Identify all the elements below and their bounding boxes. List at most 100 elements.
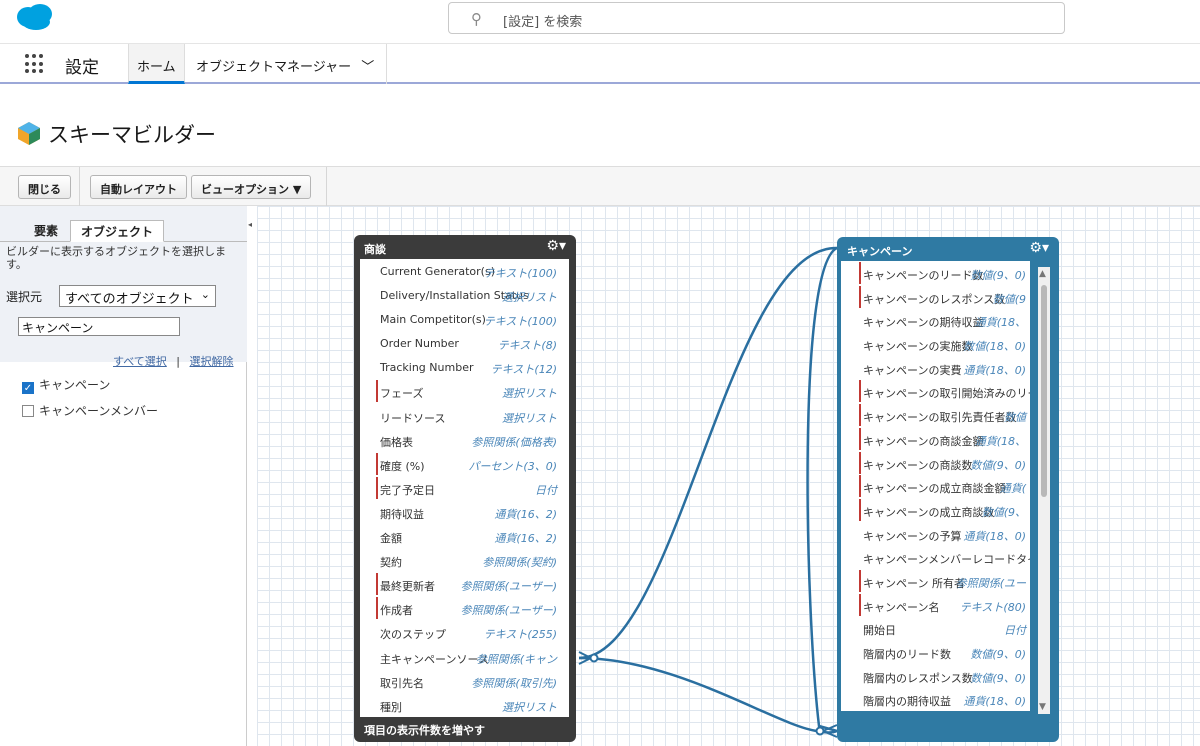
tab-home[interactable]: ホーム	[128, 44, 185, 84]
checkbox-checked-icon[interactable]: ✓	[22, 382, 34, 394]
deal-object-card[interactable]: 商談 ⚙▾ Current Generator(s) テキスト(100) Deliv…	[354, 235, 576, 742]
scroll-up-icon[interactable]: ▲	[1039, 269, 1046, 279]
tab-objects[interactable]: オブジェクト	[70, 220, 165, 242]
relation-line[interactable]	[806, 246, 838, 733]
field-row[interactable]: キャンペーンの成立商談数 数値(9、	[841, 498, 1030, 522]
field-row[interactable]: 価格表 参照関係(価格表)	[360, 428, 569, 452]
campaign-object-card[interactable]: キャンペーン ⚙▾ キャンペーンのリード数 数値(9、0) キャンペーンのレスポンス…	[837, 237, 1059, 742]
field-row[interactable]: キャンペーン名 テキスト(80)	[841, 593, 1030, 617]
required-marker	[859, 569, 861, 592]
select-all-link[interactable]: すべて選択	[113, 355, 167, 368]
deal-field-list: Current Generator(s) テキスト(100) Delivery/In…	[360, 259, 569, 717]
close-button[interactable]: 閉じる	[18, 175, 71, 199]
field-row[interactable]: 主キャンペーンソース 参照関係(キャン	[360, 645, 569, 669]
scroll-down-icon[interactable]: ▼	[1039, 702, 1046, 712]
field-name: キャンペーンのリード数	[863, 269, 984, 282]
field-row[interactable]: Order Number テキスト(8)	[360, 331, 569, 355]
field-row[interactable]: 階層内のリード数 数値(9、0)	[841, 640, 1030, 664]
field-row[interactable]: Current Generator(s) テキスト(100)	[360, 259, 569, 283]
view-options-button[interactable]: ビューオプション ▼	[191, 175, 312, 199]
field-row[interactable]: Main Competitor(s) テキスト(100)	[360, 307, 569, 331]
field-row[interactable]: キャンペーンのレスポンス数 数値(9	[841, 285, 1030, 309]
field-type: テキスト(255)	[483, 628, 557, 642]
object-filter-area: ビルダーに表示するオブジェクトを選択します。 選択元 すべてのオブジェクト ⌄ …	[0, 242, 247, 362]
object-checkbox-campaign-member[interactable]: キャンペーンメンバー	[22, 402, 158, 419]
field-list-scrollbar[interactable]: ▲ ▼	[1038, 267, 1050, 714]
field-name: リードソース	[380, 411, 446, 425]
field-name: Order Number	[380, 337, 459, 351]
field-row[interactable]: キャンペーンのリード数 数値(9、0)	[841, 261, 1030, 285]
field-row[interactable]: キャンペーンの期待収益 通貨(18、	[841, 308, 1030, 332]
select-label: 選択元	[6, 290, 43, 304]
app-name: 設定	[65, 58, 99, 78]
field-type: 選択リスト	[502, 291, 557, 305]
field-row[interactable]: 取引先名 参照関係(取引先)	[360, 669, 569, 693]
tab-object-manager[interactable]: オブジェクトマネージャー ﹀	[188, 44, 388, 84]
field-row[interactable]: 開始日 日付	[841, 616, 1030, 640]
field-row[interactable]: リードソース 選択リスト	[360, 404, 569, 428]
field-row[interactable]: Delivery/Installation Status 選択リスト	[360, 283, 569, 307]
campaign-header[interactable]: キャンペーン ⚙▾	[837, 237, 1059, 261]
field-name: 次のステップ	[380, 628, 446, 642]
field-row[interactable]: 期待収益 通貨(16、2)	[360, 500, 569, 524]
field-type: 通貨(18、	[974, 316, 1026, 330]
field-row[interactable]: 完了予定日 日付	[360, 476, 569, 500]
field-name: キャンペーンの実費	[863, 363, 962, 377]
global-header: ⚲ [設定] を検索	[0, 0, 1200, 44]
salesforce-logo-icon[interactable]	[14, 2, 56, 32]
field-row[interactable]: キャンペーンの成立商談金額 通貨(	[841, 474, 1030, 498]
field-row[interactable]: キャンペーンの実施数 数値(18、0)	[841, 332, 1030, 356]
show-more-fields-link[interactable]: 項目の表示件数を増やす	[364, 722, 485, 738]
field-type: 通貨(18、0)	[963, 363, 1026, 377]
field-row[interactable]: キャンペーンの商談金額 通貨(18、	[841, 427, 1030, 451]
field-row[interactable]: 契約 参照関係(契約)	[360, 548, 569, 572]
deselect-link[interactable]: 選択解除	[190, 355, 234, 368]
global-search[interactable]: ⚲ [設定] を検索	[448, 2, 1065, 34]
object-source-select[interactable]: すべてのオブジェクト ⌄	[59, 285, 216, 307]
field-row[interactable]: キャンペーンの商談数 数値(9、0)	[841, 451, 1030, 475]
required-marker	[859, 262, 861, 284]
field-row[interactable]: 作成者 参照関係(ユーザー)	[360, 596, 569, 620]
auto-layout-button[interactable]: 自動レイアウト	[90, 175, 187, 199]
field-row[interactable]: フェーズ 選択リスト	[360, 379, 569, 403]
relation-line[interactable]	[578, 246, 838, 660]
checkbox-unchecked-icon[interactable]	[22, 405, 34, 417]
field-row[interactable]: キャンペーンの取引先責任者数 数値	[841, 403, 1030, 427]
field-name: キャンペーンの商談金額	[863, 434, 984, 448]
field-row[interactable]: キャンペーンの予算 通貨(18、0)	[841, 522, 1030, 546]
field-type: テキスト(100)	[483, 267, 557, 280]
gear-icon[interactable]: ⚙▾	[546, 238, 566, 254]
field-row[interactable]: 金額 通貨(16、2)	[360, 524, 569, 548]
object-filter-input[interactable]: キャンペーン	[18, 317, 180, 336]
field-row[interactable]: キャンペーンの実費 通貨(18、0)	[841, 356, 1030, 380]
field-row[interactable]: 階層内のレスポンス数 数値(9、0)	[841, 664, 1030, 688]
field-row[interactable]: キャンペーンメンバーレコードタイ	[841, 545, 1030, 569]
app-launcher-icon[interactable]	[25, 54, 45, 74]
field-row[interactable]: Tracking Number テキスト(12)	[360, 355, 569, 379]
relation-line[interactable]	[578, 656, 838, 734]
search-icon: ⚲	[471, 10, 482, 28]
field-row[interactable]: 最終更新者 参照関係(ユーザー)	[360, 572, 569, 596]
field-type: 通貨(18、0)	[963, 695, 1026, 709]
field-type: 通貨(18、	[974, 434, 1026, 448]
deal-header[interactable]: 商談 ⚙▾	[354, 235, 576, 259]
field-row[interactable]: 種別 選択リスト	[360, 693, 569, 717]
field-type: 参照関係(価格表)	[471, 435, 557, 449]
field-row[interactable]: 確度 (%) パーセント(3、0)	[360, 452, 569, 476]
chevron-down-icon[interactable]: ﹀	[361, 60, 374, 75]
field-row[interactable]: キャンペーンの取引開始済みのリー	[841, 379, 1030, 403]
scrollbar-thumb[interactable]	[1041, 285, 1047, 497]
field-row[interactable]: 次のステップ テキスト(255)	[360, 620, 569, 644]
object-checkbox-campaign[interactable]: ✓ キャンペーン	[22, 376, 110, 394]
field-type: テキスト(100)	[483, 315, 557, 329]
field-name: Current Generator(s)	[380, 265, 495, 278]
field-type: 通貨(16、2)	[494, 532, 557, 546]
schema-canvas[interactable]: 商談 ⚙▾ Current Generator(s) テキスト(100) Deliv…	[257, 206, 1200, 746]
collapse-panel-icon[interactable]: ◂	[248, 220, 256, 240]
field-name: 取引先名	[380, 676, 424, 690]
tab-elements[interactable]: 要素	[24, 220, 68, 242]
field-row[interactable]: キャンペーン 所有者 参照関係(ユー	[841, 569, 1030, 593]
field-row[interactable]: 階層内の期待収益 通貨(18、0)	[841, 687, 1030, 711]
gear-icon[interactable]: ⚙▾	[1029, 240, 1049, 256]
field-type: 通貨(	[999, 482, 1026, 496]
